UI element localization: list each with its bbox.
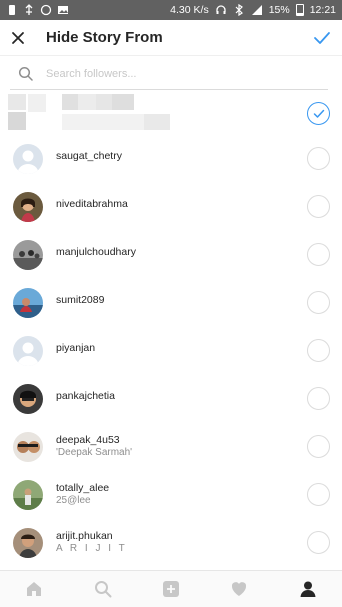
follower-username: manjulchoudhary <box>56 246 136 258</box>
network-speed: 4.30 K/s <box>170 4 209 16</box>
follower-username: deepak_4u53 <box>56 434 120 446</box>
follower-row[interactable]: saugat_chetry <box>0 136 342 184</box>
select-radio[interactable] <box>307 531 330 554</box>
page-title: Hide Story From <box>46 29 163 46</box>
profile-photo-avatar <box>13 480 43 510</box>
notification-icons <box>6 4 69 16</box>
sim-icon <box>9 5 15 15</box>
follower-username: niveditabrahma <box>56 198 128 210</box>
done-button[interactable] <box>302 20 342 56</box>
nav-activity[interactable] <box>219 574 259 604</box>
select-radio[interactable] <box>307 243 330 266</box>
select-radio[interactable] <box>307 435 330 458</box>
follower-username: piyanjan <box>56 342 96 354</box>
battery-percent: 15% <box>268 4 290 16</box>
top-bar: Hide Story From <box>0 20 342 56</box>
nav-home[interactable] <box>14 574 54 604</box>
home-icon <box>27 582 42 596</box>
follower-row[interactable]: niveditabrahma <box>0 184 342 232</box>
select-radio[interactable] <box>307 291 330 314</box>
clock: 12:21 <box>309 4 336 16</box>
close-button[interactable] <box>0 20 36 56</box>
follower-row[interactable]: arijit.phukan A R I J I T <box>0 520 342 568</box>
nav-search[interactable] <box>83 574 123 604</box>
search-bar <box>10 58 328 90</box>
profile-icon <box>300 581 316 597</box>
signal-icon <box>251 5 262 15</box>
profile-photo-avatar <box>13 192 43 222</box>
status-bar: 4.30 K/s 15% 12:21 <box>0 0 342 20</box>
nav-add-post[interactable] <box>151 574 191 604</box>
nav-profile[interactable] <box>288 574 328 604</box>
redacted-follower-row[interactable] <box>0 92 342 136</box>
follower-row[interactable]: sumit2089 <box>0 280 342 328</box>
select-radio[interactable] <box>307 483 330 506</box>
profile-photo-avatar <box>13 432 43 462</box>
system-status: 4.30 K/s 15% 12:21 <box>170 4 336 16</box>
checkmark-icon <box>314 31 330 44</box>
follower-row[interactable]: manjulchoudhary <box>0 232 342 280</box>
select-radio[interactable] <box>307 195 330 218</box>
follower-username: totally_alee <box>56 482 110 494</box>
bluetooth-icon <box>235 4 243 16</box>
follower-fullname: 25@lee <box>56 495 91 506</box>
follower-username: pankajchetia <box>56 390 115 402</box>
image-icon <box>58 6 68 14</box>
profile-photo-avatar <box>13 240 43 270</box>
whatsapp-icon <box>40 4 52 16</box>
follower-username: sumit2089 <box>56 294 105 306</box>
follower-row[interactable]: piyanjan <box>0 328 342 376</box>
bottom-navigation <box>0 570 342 607</box>
search-icon <box>10 66 40 81</box>
profile-photo-avatar <box>13 288 43 318</box>
select-radio[interactable] <box>307 339 330 362</box>
search-icon <box>94 581 112 598</box>
follower-row[interactable]: pankajchetia <box>0 376 342 424</box>
add-post-icon <box>162 581 179 597</box>
select-radio[interactable] <box>307 387 330 410</box>
checkmark-icon <box>313 109 324 118</box>
usb-icon <box>25 4 33 15</box>
headphones-icon <box>216 5 226 14</box>
follower-row[interactable]: totally_alee 25@lee <box>0 472 342 520</box>
follower-username: arijit.phukan <box>56 530 113 542</box>
follower-fullname: A R I J I T <box>56 543 128 554</box>
follower-fullname: 'Deepak Sarmah' <box>56 447 133 458</box>
follower-row[interactable]: deepak_4u53 'Deepak Sarmah' <box>0 424 342 472</box>
activity-heart-icon <box>232 582 247 596</box>
select-radio-checked[interactable] <box>307 102 330 125</box>
default-avatar-icon <box>13 144 43 174</box>
search-input[interactable] <box>46 67 306 80</box>
profile-photo-avatar <box>13 384 43 414</box>
follower-username: saugat_chetry <box>56 150 122 162</box>
default-avatar-icon <box>13 336 43 366</box>
follower-list: saugat_chetry niveditabrahma manjulchoud… <box>0 92 342 568</box>
select-radio[interactable] <box>307 147 330 170</box>
profile-photo-avatar <box>13 528 43 558</box>
battery-icon <box>295 4 304 16</box>
close-icon <box>12 31 24 44</box>
